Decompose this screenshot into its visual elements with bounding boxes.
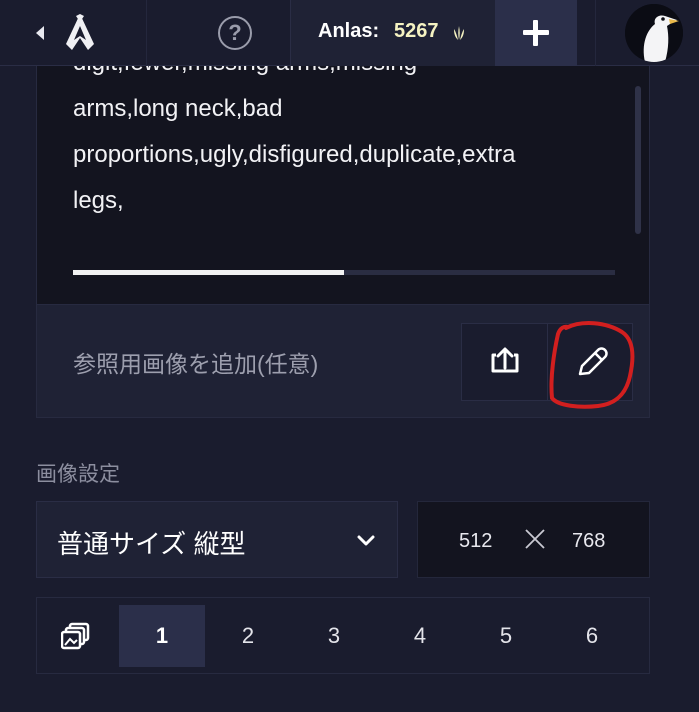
count-option-6[interactable]: 6 — [549, 605, 635, 667]
prompt-line: proportions,ugly,disfigured,duplicate,ex… — [73, 141, 516, 168]
add-anlas-button[interactable] — [495, 0, 577, 66]
anlas-value: 5267 — [394, 20, 439, 42]
textarea-scrollbar[interactable] — [635, 86, 641, 234]
height-field[interactable]: 768 — [572, 530, 605, 553]
top-bar: ? Anlas: 5267 — [0, 0, 699, 66]
anlas-label: Anlas: — [318, 20, 380, 42]
chevron-down-icon — [357, 535, 375, 546]
negative-prompt-textarea[interactable]: digit,fewer,missing arms,missing arms,lo… — [37, 66, 649, 304]
reference-image-label: 参照用画像を追加(任意) — [73, 351, 319, 377]
divider — [595, 0, 596, 66]
upload-icon — [491, 347, 519, 373]
image-count-selector: 1 2 3 4 5 6 — [36, 597, 650, 674]
red-circle-annotation — [549, 321, 635, 409]
prompt-length-fill — [73, 270, 344, 275]
image-generation-screen: ? Anlas: 5267 arms,long neck,bad proport… — [0, 0, 699, 712]
chevron-left-icon[interactable] — [36, 26, 44, 40]
count-option-4[interactable]: 4 — [377, 605, 463, 667]
negative-prompt-text: digit,fewer,missing arms,missing arms,lo… — [73, 66, 613, 224]
count-option-3[interactable]: 3 — [291, 605, 377, 667]
plus-icon-stroke — [533, 20, 538, 46]
count-option-1[interactable]: 1 — [119, 605, 205, 667]
penguin-avatar-icon[interactable] — [625, 4, 683, 62]
image-size-value: 普通サイズ 縦型 — [57, 529, 246, 559]
prompt-line: legs, — [73, 187, 124, 214]
image-size-select[interactable]: 普通サイズ 縦型 — [36, 501, 398, 578]
prompt-line: digit,fewer,missing arms,missing — [73, 66, 613, 86]
upload-button[interactable] — [462, 324, 548, 400]
novelai-logo-icon[interactable] — [62, 12, 98, 52]
question-circle-icon[interactable]: ? — [218, 16, 252, 50]
width-field[interactable]: 512 — [459, 530, 492, 553]
anlas-balance[interactable]: Anlas: 5267 — [290, 0, 495, 66]
image-dimensions: 512 768 — [417, 501, 650, 578]
divider — [146, 0, 147, 66]
image-settings-title: 画像設定 — [36, 463, 120, 486]
prompt-length-bar — [73, 270, 615, 275]
penguin-avatar-graphic — [625, 4, 683, 62]
times-icon — [525, 529, 545, 549]
prompt-line: arms,long neck,bad — [73, 95, 283, 122]
count-option-5[interactable]: 5 — [463, 605, 549, 667]
copies-icon — [61, 622, 90, 650]
count-option-2[interactable]: 2 — [205, 605, 291, 667]
anlas-icon — [454, 26, 464, 40]
